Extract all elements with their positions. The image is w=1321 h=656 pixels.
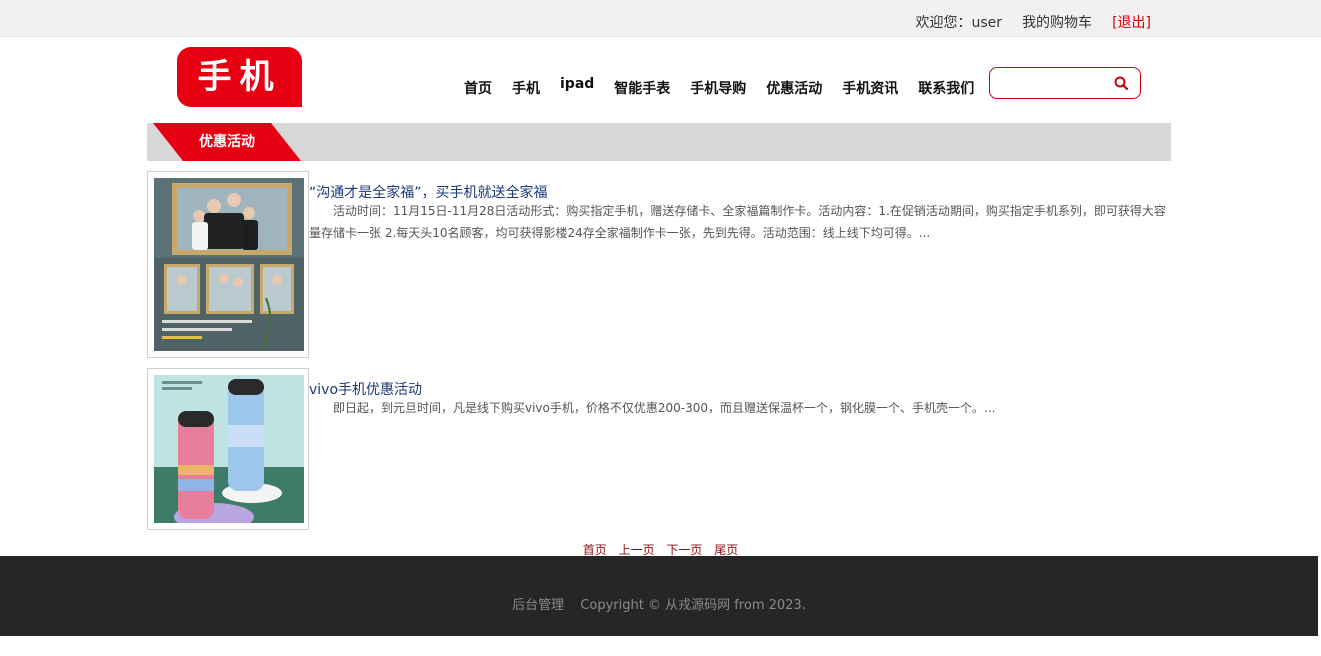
article-thumbnail[interactable]: [147, 171, 309, 358]
section-header: 优惠活动: [147, 123, 1171, 161]
cart-link[interactable]: 我的购物车: [1022, 12, 1092, 32]
section-title: 优惠活动: [199, 134, 255, 150]
nav-item-phone[interactable]: 手机: [512, 78, 540, 98]
nav-item-home[interactable]: 首页: [464, 78, 492, 98]
nav-item-smartwatch[interactable]: 智能手表: [614, 78, 670, 98]
search-icon[interactable]: [1114, 76, 1128, 90]
logout-link[interactable]: [退出]: [1112, 12, 1151, 32]
pager-last[interactable]: 尾页: [714, 543, 738, 557]
article-item: “沟通才是全家福”，买手机就送全家福 活动时间：11月15日-11月28日活动形…: [147, 171, 1171, 358]
article-title[interactable]: “沟通才是全家福”，买手机就送全家福: [309, 182, 548, 202]
article-description: 活动时间：11月15日-11月28日活动形式：购买指定手机，赠送存储卡、全家福篇…: [309, 204, 1166, 240]
welcome-text: 欢迎您：user: [915, 15, 1003, 31]
nav-item-promotions[interactable]: 优惠活动: [766, 78, 822, 98]
search-box: [989, 67, 1141, 99]
pager-next[interactable]: 下一页: [666, 543, 702, 557]
nav-item-contact[interactable]: 联系我们: [918, 78, 974, 98]
family-photo-image: [154, 178, 304, 351]
user-links: 欢迎您：user 我的购物车 [退出]: [896, 12, 1151, 32]
copyright-text: Copyright © 从戎源码网 from 2023.: [580, 598, 806, 613]
top-bar: 欢迎您：user 我的购物车 [退出]: [0, 0, 1321, 37]
site-logo[interactable]: 手机: [177, 47, 302, 107]
main-nav: 首页 手机 ipad 智能手表 手机导购 优惠活动 手机资讯 联系我们: [464, 76, 994, 98]
nav-item-guide[interactable]: 手机导购: [690, 78, 746, 98]
article-item: vivo手机优惠活动 即日起，到元旦时间，凡是线下购买vivo手机，价格不仅优惠…: [147, 368, 1171, 531]
nav-item-ipad[interactable]: ipad: [560, 76, 594, 96]
site-footer: 后台管理 Copyright © 从戎源码网 from 2023.: [0, 556, 1318, 636]
article-description: 即日起，到元旦时间，凡是线下购买vivo手机，价格不仅优惠200-300，而且赠…: [333, 401, 996, 415]
nav-item-news[interactable]: 手机资讯: [842, 78, 898, 98]
thermos-cup-image: [154, 375, 304, 531]
article-thumbnail[interactable]: [147, 368, 309, 531]
section-tab: 优惠活动: [153, 123, 301, 161]
pager-prev[interactable]: 上一页: [619, 543, 655, 557]
pager-first[interactable]: 首页: [583, 543, 607, 557]
search-input[interactable]: [998, 74, 1108, 92]
article-title[interactable]: vivo手机优惠活动: [309, 379, 422, 399]
admin-link[interactable]: 后台管理: [512, 598, 564, 613]
